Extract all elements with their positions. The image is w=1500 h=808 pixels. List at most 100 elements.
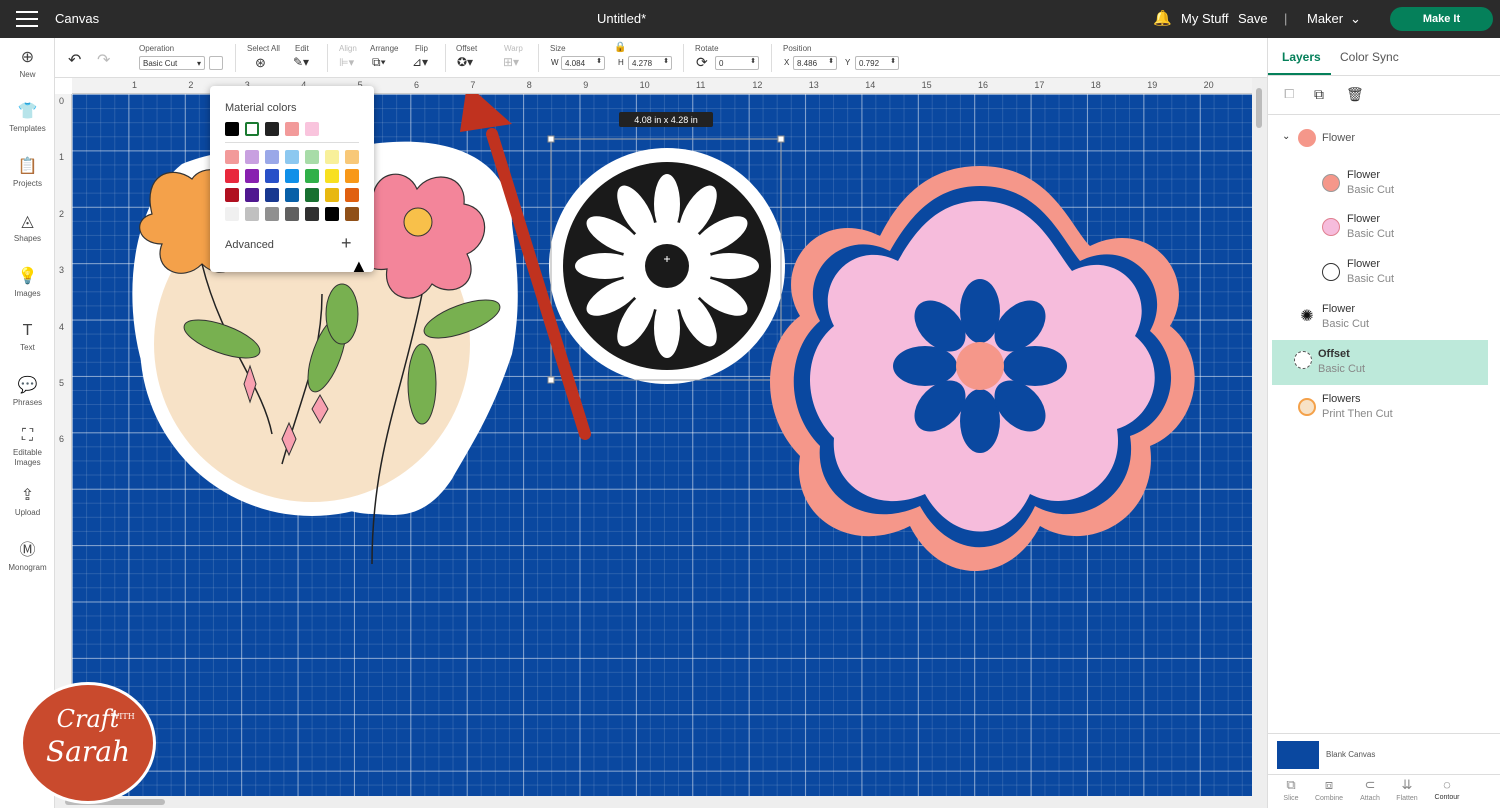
my-stuff-link[interactable]: My Stuff	[1181, 11, 1228, 26]
stepper-icon[interactable]: ⬍	[663, 57, 669, 65]
width-input[interactable]: 4.084 ⬍	[561, 56, 605, 70]
color-swatch-button[interactable]	[209, 56, 223, 70]
material-color-swatch[interactable]	[305, 122, 319, 136]
add-color-icon[interactable]: +	[341, 233, 352, 254]
color-grid-swatch[interactable]	[265, 169, 279, 183]
warp-label: Warp	[504, 44, 523, 53]
layer-group-flower[interactable]: ⌄ Flower	[1272, 118, 1488, 160]
document-title[interactable]: Untitled*	[597, 11, 646, 26]
lock-icon[interactable]: 🔒	[614, 42, 626, 53]
material-color-swatch[interactable]	[245, 122, 259, 136]
color-grid-swatch[interactable]	[325, 150, 339, 164]
color-grid-swatch[interactable]	[245, 169, 259, 183]
select-all-icon[interactable]: ⊛	[255, 55, 266, 71]
color-grid-swatch[interactable]	[265, 207, 279, 221]
pink-flower-offset[interactable]	[770, 166, 1195, 571]
sidebar-item-upload[interactable]: ⇪ Upload	[0, 486, 55, 517]
flatten-button[interactable]: ⇊ Flatten	[1387, 777, 1427, 802]
stepper-icon[interactable]: ⬍	[890, 57, 896, 65]
color-grid-swatch[interactable]	[285, 169, 299, 183]
color-grid-swatch[interactable]	[325, 188, 339, 202]
pencil-icon[interactable]: ✎▾	[293, 55, 309, 69]
color-grid-swatch[interactable]	[345, 169, 359, 183]
position-label: Position	[783, 44, 812, 53]
chevron-down-icon[interactable]: ⌄	[1282, 131, 1290, 142]
layer-operation: Basic Cut	[1347, 184, 1395, 196]
layer-item[interactable]: ✺ Flower Basic Cut	[1272, 297, 1488, 339]
color-grid-swatch[interactable]	[245, 207, 259, 221]
color-grid-swatch[interactable]	[325, 207, 339, 221]
color-grid-swatch[interactable]	[225, 150, 239, 164]
material-color-swatch[interactable]	[225, 122, 239, 136]
panel-divider	[1268, 733, 1500, 734]
vertical-scrollbar[interactable]	[1252, 78, 1267, 796]
make-it-button[interactable]: Make It	[1390, 7, 1493, 31]
color-grid-swatch[interactable]	[245, 188, 259, 202]
craft-with-sarah-logo: Craft WITH Sarah	[20, 682, 156, 804]
stepper-icon[interactable]: ⬍	[596, 57, 602, 65]
operation-select[interactable]: Basic Cut ▾	[139, 56, 205, 70]
flip-icon[interactable]: ⊿▾	[412, 55, 428, 69]
material-color-swatch[interactable]	[265, 122, 279, 136]
black-daisy-offset[interactable]	[549, 148, 785, 384]
color-grid-swatch[interactable]	[285, 150, 299, 164]
trash-icon[interactable]: 🗑	[1346, 86, 1364, 103]
color-grid-swatch[interactable]	[285, 188, 299, 202]
sidebar-item-images[interactable]: 💡 Images	[0, 267, 55, 298]
color-grid-swatch[interactable]	[305, 169, 319, 183]
color-grid-swatch[interactable]	[265, 188, 279, 202]
sidebar-item-editable-images[interactable]: ⛶ Editable Images	[0, 426, 55, 468]
blank-canvas-swatch[interactable]	[1277, 741, 1319, 769]
sidebar-item-phrases[interactable]: 💬 Phrases	[0, 376, 55, 407]
arrange-icon[interactable]: ⧉▾	[372, 55, 386, 70]
offset-icon[interactable]: ✪▾	[457, 55, 473, 69]
sidebar-item-shapes[interactable]: ◬ Shapes	[0, 212, 55, 243]
sidebar-item-projects[interactable]: 📋 Projects	[0, 157, 55, 188]
sidebar-item-new[interactable]: ⊕ New	[0, 48, 55, 79]
layer-item[interactable]: Flower Basic Cut	[1272, 252, 1488, 294]
advanced-label[interactable]: Advanced	[225, 239, 274, 251]
rotate-input[interactable]: 0 ⬍	[715, 56, 759, 70]
stepper-icon[interactable]: ⬍	[750, 57, 756, 65]
scrollbar-thumb[interactable]	[1256, 88, 1262, 128]
color-grid-swatch[interactable]	[265, 150, 279, 164]
color-grid-swatch[interactable]	[225, 207, 239, 221]
attach-button[interactable]: ⊂ Attach	[1350, 777, 1390, 802]
color-grid-swatch[interactable]	[305, 150, 319, 164]
color-grid-swatch[interactable]	[245, 150, 259, 164]
material-color-swatch[interactable]	[285, 122, 299, 136]
bell-icon[interactable]: 🔔	[1153, 9, 1172, 27]
save-button[interactable]: Save	[1238, 11, 1268, 26]
color-grid-swatch[interactable]	[225, 188, 239, 202]
color-grid-swatch[interactable]	[305, 188, 319, 202]
y-input[interactable]: 0.792 ⬍	[855, 56, 899, 70]
color-grid-swatch[interactable]	[345, 150, 359, 164]
tab-color-sync[interactable]: Color Sync	[1340, 50, 1399, 64]
height-input[interactable]: 4.278 ⬍	[628, 56, 672, 70]
panel-divider	[1268, 114, 1500, 115]
undo-icon[interactable]: ↶	[68, 50, 81, 70]
color-grid-swatch[interactable]	[305, 207, 319, 221]
color-grid-swatch[interactable]	[285, 207, 299, 221]
color-grid-swatch[interactable]	[345, 188, 359, 202]
layer-item[interactable]: Flower Basic Cut	[1272, 163, 1488, 205]
machine-selector[interactable]: Maker	[1307, 11, 1343, 26]
layer-item[interactable]: Flower Basic Cut	[1272, 207, 1488, 249]
chevron-down-icon[interactable]: ⌄	[1350, 11, 1361, 27]
stepper-icon[interactable]: ⬍	[828, 57, 834, 65]
layer-item[interactable]: Flowers Print Then Cut	[1272, 387, 1488, 429]
hamburger-menu-icon[interactable]	[16, 9, 38, 29]
color-grid-swatch[interactable]	[225, 169, 239, 183]
tab-layers[interactable]: Layers	[1282, 50, 1321, 64]
color-grid-swatch[interactable]	[325, 169, 339, 183]
sidebar-item-monogram[interactable]: Ⓜ Monogram	[0, 541, 55, 572]
duplicate-icon[interactable]: ⧉	[1314, 86, 1324, 103]
sidebar-item-text[interactable]: T Text	[0, 321, 55, 352]
combine-button[interactable]: ⧈ Combine	[1309, 777, 1349, 802]
horizontal-scrollbar[interactable]	[55, 796, 1267, 808]
contour-button[interactable]: ◌ Contour	[1427, 777, 1467, 801]
layer-item-selected[interactable]: Offset Basic Cut	[1272, 340, 1488, 385]
color-grid-swatch[interactable]	[345, 207, 359, 221]
sidebar-item-templates[interactable]: 👕 Templates	[0, 102, 55, 133]
x-input[interactable]: 8.486 ⬍	[793, 56, 837, 70]
